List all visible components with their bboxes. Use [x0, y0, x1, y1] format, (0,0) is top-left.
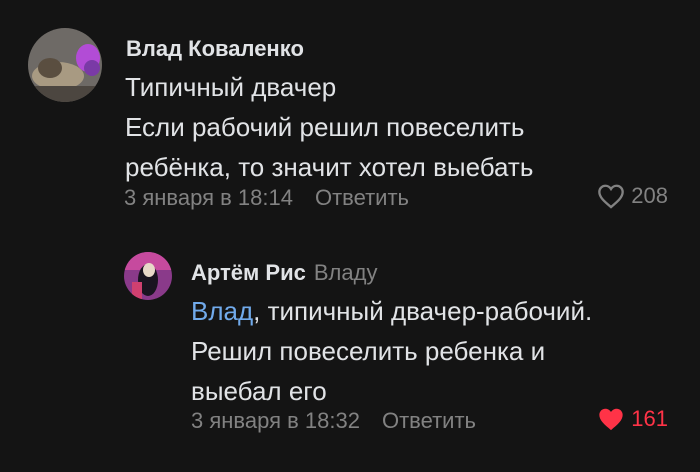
avatar[interactable] — [124, 252, 172, 300]
comment-author: Артём Рис Владу — [191, 260, 377, 286]
comment-text: Типичный двачер Если рабочий решил повес… — [125, 67, 533, 187]
comment-meta: 3 января в 18:32 Ответить — [191, 408, 476, 434]
heart-outline-icon — [597, 183, 625, 209]
comment-meta: 3 января в 18:14 Ответить — [124, 185, 409, 211]
comment-date: 3 января в 18:32 — [191, 408, 360, 433]
reply-to[interactable]: Владу — [314, 260, 378, 285]
comment-text-line: ребёнка, то значит хотел выебать — [125, 152, 534, 182]
comment-date: 3 января в 18:14 — [124, 185, 293, 210]
like-count: 161 — [631, 406, 668, 431]
reply-button[interactable]: Ответить — [382, 408, 476, 433]
reply-button[interactable]: Ответить — [315, 185, 409, 210]
heart-filled-icon — [597, 406, 625, 432]
comment-author[interactable]: Влад Коваленко — [126, 36, 304, 62]
comment-text-line: Типичный двачер — [125, 72, 337, 102]
comment-text: Влад, типичный двачер-рабочий. Решил пов… — [191, 291, 592, 411]
like-count: 208 — [631, 183, 668, 208]
avatar[interactable] — [28, 28, 102, 102]
author-name[interactable]: Артём Рис — [191, 260, 306, 285]
avatar-image — [28, 28, 102, 102]
comment-text-line: Влад, типичный двачер-рабочий. — [191, 291, 592, 331]
like-button[interactable]: 161 — [597, 406, 668, 432]
mention-link[interactable]: Влад — [191, 296, 253, 326]
comment-text-line: Если рабочий решил повеселить — [125, 112, 525, 142]
like-button[interactable]: 208 — [597, 183, 668, 209]
comment-text-segment: , типичный двачер-рабочий. — [253, 296, 593, 326]
comment-text-line: Решил повеселить ребенка и — [191, 336, 546, 366]
avatar-image — [124, 252, 172, 300]
comment-text-line: выебал его — [191, 376, 327, 406]
